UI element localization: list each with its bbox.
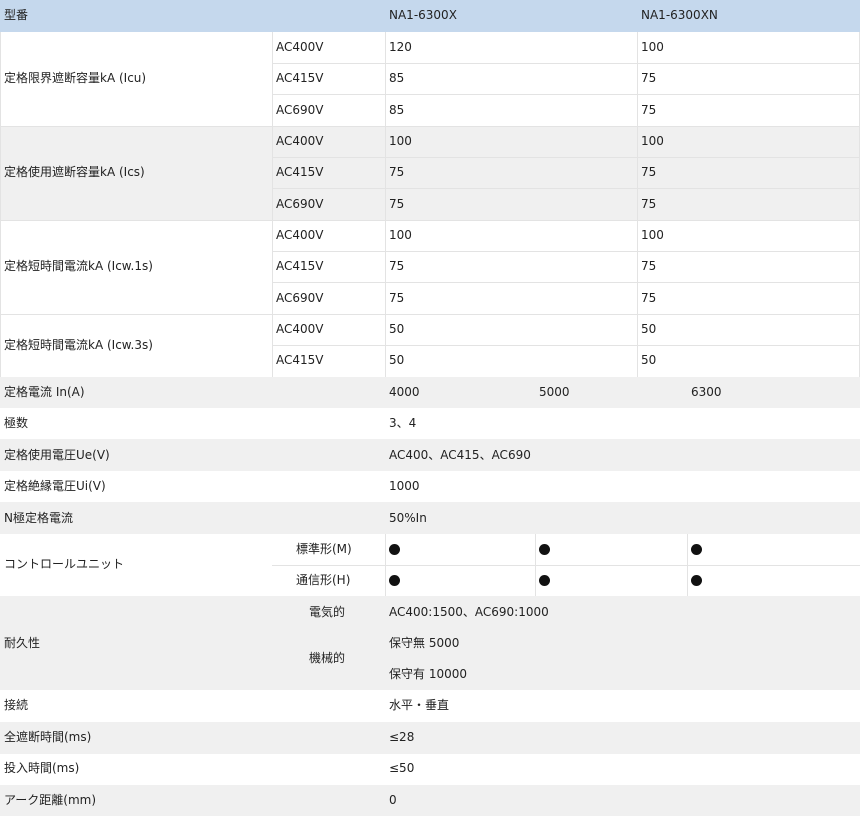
closing-label: 投入時間(ms)	[4, 761, 80, 775]
ui-label: 定格絶縁電圧Ui(V)	[4, 479, 106, 493]
poles-value: 3、4	[389, 416, 417, 430]
voltage-cell: AC690V	[276, 291, 324, 305]
grid-line	[272, 565, 860, 566]
poles-label: 極数	[4, 416, 29, 430]
control-unit-label: コントロールユニット	[4, 557, 125, 571]
voltage-cell: AC690V	[276, 103, 324, 117]
value-cell: 75	[641, 165, 657, 179]
rated-current-value: 6300	[691, 385, 722, 399]
grid-line	[272, 282, 860, 283]
icu-label: 定格限界遮断容量kA (Icu)	[4, 71, 147, 85]
closing-value: ≤50	[389, 761, 415, 775]
grid-line	[0, 220, 860, 221]
voltage-cell: AC415V	[276, 71, 324, 85]
rated-current-value: 5000	[539, 385, 570, 399]
durability-label: 耐久性	[4, 636, 41, 650]
value-cell: 75	[389, 291, 405, 305]
value-cell: 100	[641, 228, 664, 242]
voltage-cell: AC415V	[276, 353, 324, 367]
total-break-value: ≤28	[389, 730, 415, 744]
value-cell: 75	[641, 291, 657, 305]
row-arc-bg	[0, 785, 860, 816]
grid-line	[0, 314, 860, 315]
value-cell: 75	[389, 197, 405, 211]
value-cell: 50	[389, 353, 405, 367]
mechanical-value: 保守無 5000	[389, 636, 460, 650]
value-cell: 85	[389, 71, 405, 85]
grid-line	[272, 94, 860, 95]
arc-value: 0	[389, 793, 397, 807]
grid-line	[272, 63, 860, 64]
icw3s-label: 定格短時間電流kA (Icw.3s)	[4, 338, 153, 352]
grid-line	[0, 32, 1, 377]
bullet-icon	[389, 565, 400, 596]
value-cell: 100	[389, 228, 412, 242]
ue-value: AC400、AC415、AC690	[389, 448, 531, 462]
voltage-cell: AC690V	[276, 197, 324, 211]
value-cell: 75	[389, 165, 405, 179]
ue-label: 定格使用電圧Ue(V)	[4, 448, 110, 462]
icw1s-label: 定格短時間電流kA (Icw.1s)	[4, 259, 153, 273]
value-cell: 75	[641, 103, 657, 117]
bullet-icon	[691, 534, 702, 565]
value-cell: 75	[389, 259, 405, 273]
mechanical-value: 保守有 10000	[389, 667, 467, 681]
total-break-label: 全遮断時間(ms)	[4, 730, 92, 744]
bullet-icon	[539, 534, 550, 565]
voltage-cell: AC400V	[276, 228, 324, 242]
connection-label: 接続	[4, 698, 29, 712]
grid-line	[0, 126, 860, 127]
arc-label: アーク距離(mm)	[4, 793, 97, 807]
electrical-value: AC400:1500、AC690:1000	[389, 605, 549, 619]
ics-label: 定格使用遮断容量kA (Ics)	[4, 165, 145, 179]
bullet-icon	[389, 534, 400, 565]
voltage-cell: AC400V	[276, 322, 324, 336]
row-rated-current-bg	[0, 377, 860, 408]
value-cell: 50	[389, 322, 405, 336]
voltage-cell: AC400V	[276, 134, 324, 148]
ui-value: 1000	[389, 479, 420, 493]
value-cell: 75	[641, 71, 657, 85]
value-cell: 85	[389, 103, 405, 117]
row-total-break-bg	[0, 722, 860, 754]
value-cell: 100	[641, 134, 664, 148]
grid-line	[272, 251, 860, 252]
mechanical-label: 機械的	[309, 651, 346, 665]
value-cell: 75	[641, 197, 657, 211]
value-cell: 75	[641, 259, 657, 273]
row-n-pole-bg	[0, 502, 860, 534]
spec-table: 型番 NA1-6300X NA1-6300XN 定格限界遮断容量kA (Icu)…	[0, 0, 860, 816]
grid-line	[272, 345, 860, 346]
rated-current-label: 定格電流 In(A)	[4, 385, 85, 399]
grid-line	[272, 188, 860, 189]
header-model-xn: NA1-6300XN	[641, 8, 718, 22]
bullet-icon	[691, 565, 702, 596]
n-pole-value: 50%In	[389, 511, 427, 525]
control-standard-label: 標準形(M)	[296, 542, 352, 556]
rated-current-value: 4000	[389, 385, 420, 399]
value-cell: 50	[641, 322, 657, 336]
value-cell: 100	[389, 134, 412, 148]
header-label: 型番	[4, 8, 29, 22]
voltage-cell: AC415V	[276, 165, 324, 179]
value-cell: 120	[389, 40, 412, 54]
grid-line	[385, 32, 386, 377]
grid-line	[272, 157, 860, 158]
grid-line	[272, 32, 273, 377]
value-cell: 50	[641, 353, 657, 367]
voltage-cell: AC415V	[276, 259, 324, 273]
electrical-label: 電気的	[309, 605, 346, 619]
voltage-cell: AC400V	[276, 40, 324, 54]
value-cell: 100	[641, 40, 664, 54]
control-comm-label: 通信形(H)	[296, 573, 351, 587]
header-model-x: NA1-6300X	[389, 8, 457, 22]
bullet-icon	[539, 565, 550, 596]
connection-value: 水平・垂直	[389, 698, 450, 712]
n-pole-label: N極定格電流	[4, 511, 73, 525]
grid-line	[637, 32, 638, 377]
